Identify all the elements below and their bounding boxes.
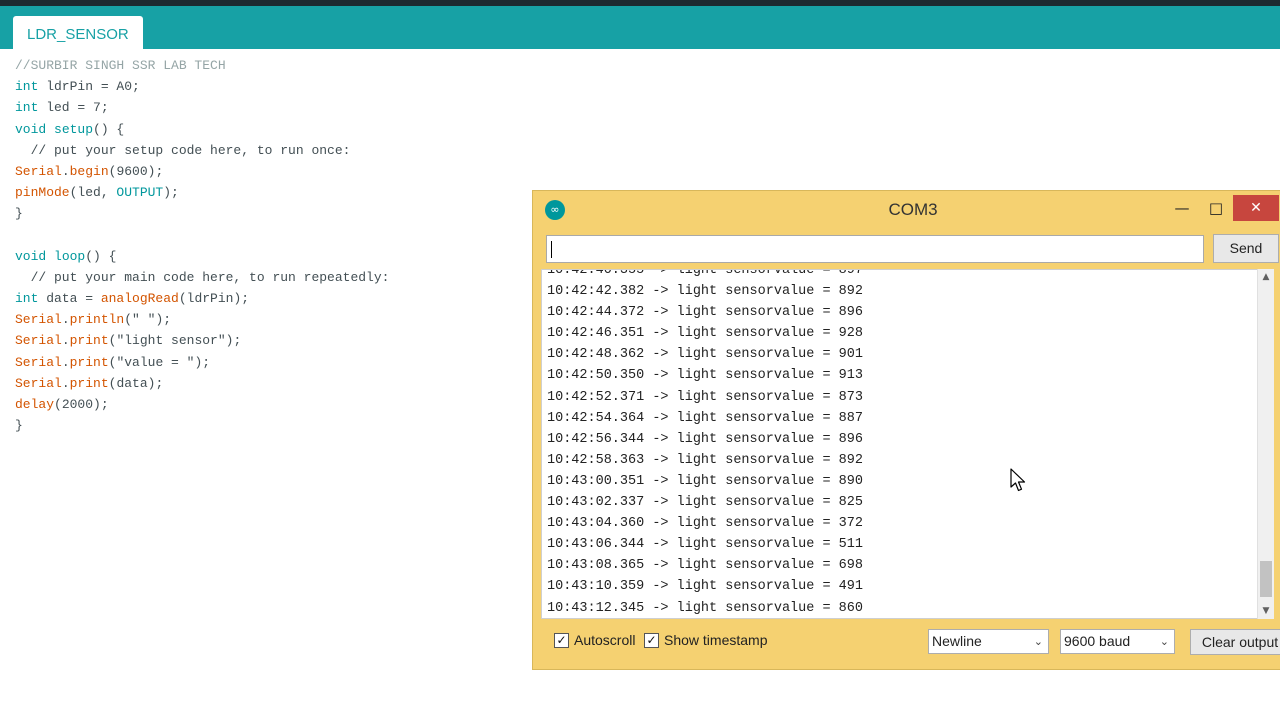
baud-rate-value: 9600 baud	[1064, 633, 1131, 649]
clear-output-button[interactable]: Clear output	[1190, 629, 1280, 655]
code-line: }	[15, 206, 23, 222]
show-timestamp-label: Show timestamp	[664, 632, 768, 648]
code-line: //SURBIR SINGH SSR LAB TECH	[15, 58, 226, 73]
code-line: Serial.println(" ");	[15, 312, 172, 328]
autoscroll-checkbox[interactable]: ✓	[554, 633, 569, 648]
sketch-tab-bar: LDR_SENSOR	[0, 6, 1280, 49]
serial-monitor-window: ∞ COM3 — □ ✕ Send 10:42:40.355 -> light …	[532, 190, 1280, 670]
code-line: Serial.print(data);	[15, 375, 164, 391]
baud-rate-select[interactable]: 9600 baud ⌄	[1060, 629, 1175, 654]
serial-output-line: 10:42:50.350 -> light sensorvalue = 913	[547, 368, 863, 384]
chevron-down-icon: ⌄	[1159, 635, 1169, 648]
code-line: int led = 7;	[15, 100, 109, 116]
serial-output-line: 10:43:10.359 -> light sensorvalue = 491	[547, 579, 863, 595]
serial-output-line: 10:42:44.372 -> light sensorvalue = 896	[547, 305, 863, 321]
tab-ldr-sensor[interactable]: LDR_SENSOR	[13, 16, 143, 49]
window-title: COM3	[888, 200, 938, 219]
line-ending-value: Newline	[932, 633, 982, 649]
serial-output-line: 10:42:42.382 -> light sensorvalue = 892	[547, 284, 863, 300]
send-button[interactable]: Send	[1213, 234, 1279, 263]
serial-output-line: 10:43:08.365 -> light sensorvalue = 698	[547, 558, 863, 574]
output-scrollbar[interactable]: ▲ ▼	[1257, 269, 1274, 619]
code-line: }	[15, 418, 23, 434]
text-caret	[551, 241, 552, 258]
serial-output-lines: 10:42:40.355 -> light sensorvalue = 897 1…	[547, 269, 863, 618]
code-line: Serial.begin(9600);	[15, 163, 164, 179]
serial-output-line: 10:43:02.337 -> light sensorvalue = 825	[547, 495, 863, 511]
serial-monitor-footer: ✓ Autoscroll ✓ Show timestamp Newline ⌄ …	[533, 621, 1280, 663]
autoscroll-label: Autoscroll	[574, 632, 636, 648]
serial-monitor-titlebar[interactable]: ∞ COM3 — □ ✕	[533, 191, 1280, 229]
code-line: Serial.print("value = ");	[15, 354, 211, 370]
serial-output-line: 10:42:40.355 -> light sensorvalue = 897	[547, 269, 863, 278]
arduino-infinity-icon: ∞	[545, 200, 565, 220]
line-ending-select[interactable]: Newline ⌄	[928, 629, 1049, 654]
serial-output-line: 10:42:52.371 -> light sensorvalue = 873	[547, 389, 863, 405]
close-button[interactable]: ✕	[1233, 195, 1279, 221]
scroll-down-icon[interactable]: ▼	[1258, 603, 1274, 619]
minimize-button[interactable]: —	[1165, 195, 1199, 221]
serial-output-line: 10:43:12.345 -> light sensorvalue = 860	[547, 600, 863, 616]
mouse-pointer-icon	[1010, 468, 1026, 492]
serial-output-line: 10:42:46.351 -> light sensorvalue = 928	[547, 326, 863, 342]
show-timestamp-checkbox[interactable]: ✓	[644, 633, 659, 648]
code-line: pinMode(led, OUTPUT);	[15, 185, 179, 201]
code-line: delay(2000);	[15, 397, 109, 412]
code-line: void setup() {	[15, 121, 125, 137]
sketch-code: //SURBIR SINGH SSR LAB TECH int ldrPin =…	[15, 55, 389, 436]
serial-output-area[interactable]: 10:42:40.355 -> light sensorvalue = 897 1…	[541, 269, 1266, 619]
code-line: int ldrPin = A0;	[15, 79, 140, 95]
code-line: int data = analogRead(ldrPin);	[15, 291, 250, 307]
serial-output-line: 10:43:00.351 -> light sensorvalue = 890	[547, 473, 863, 489]
serial-output-line: 10:42:48.362 -> light sensorvalue = 901	[547, 347, 863, 363]
chevron-down-icon: ⌄	[1033, 635, 1043, 648]
code-line: // put your setup code here, to run once…	[15, 142, 351, 158]
serial-output-line: 10:42:54.364 -> light sensorvalue = 887	[547, 410, 863, 426]
scroll-up-icon[interactable]: ▲	[1258, 269, 1274, 285]
maximize-button[interactable]: □	[1199, 195, 1233, 221]
code-line: // put your main code here, to run repea…	[15, 269, 390, 285]
serial-output-line: 10:43:06.344 -> light sensorvalue = 511	[547, 537, 863, 553]
serial-output-line: 10:42:58.363 -> light sensorvalue = 892	[547, 452, 863, 468]
serial-send-input[interactable]	[546, 235, 1204, 263]
code-line: void loop() {	[15, 248, 117, 264]
code-line: Serial.print("light sensor");	[15, 333, 242, 349]
scrollbar-thumb[interactable]	[1260, 561, 1272, 597]
serial-output-line: 10:43:04.360 -> light sensorvalue = 372	[547, 516, 863, 532]
serial-output-line: 10:42:56.344 -> light sensorvalue = 896	[547, 431, 863, 447]
